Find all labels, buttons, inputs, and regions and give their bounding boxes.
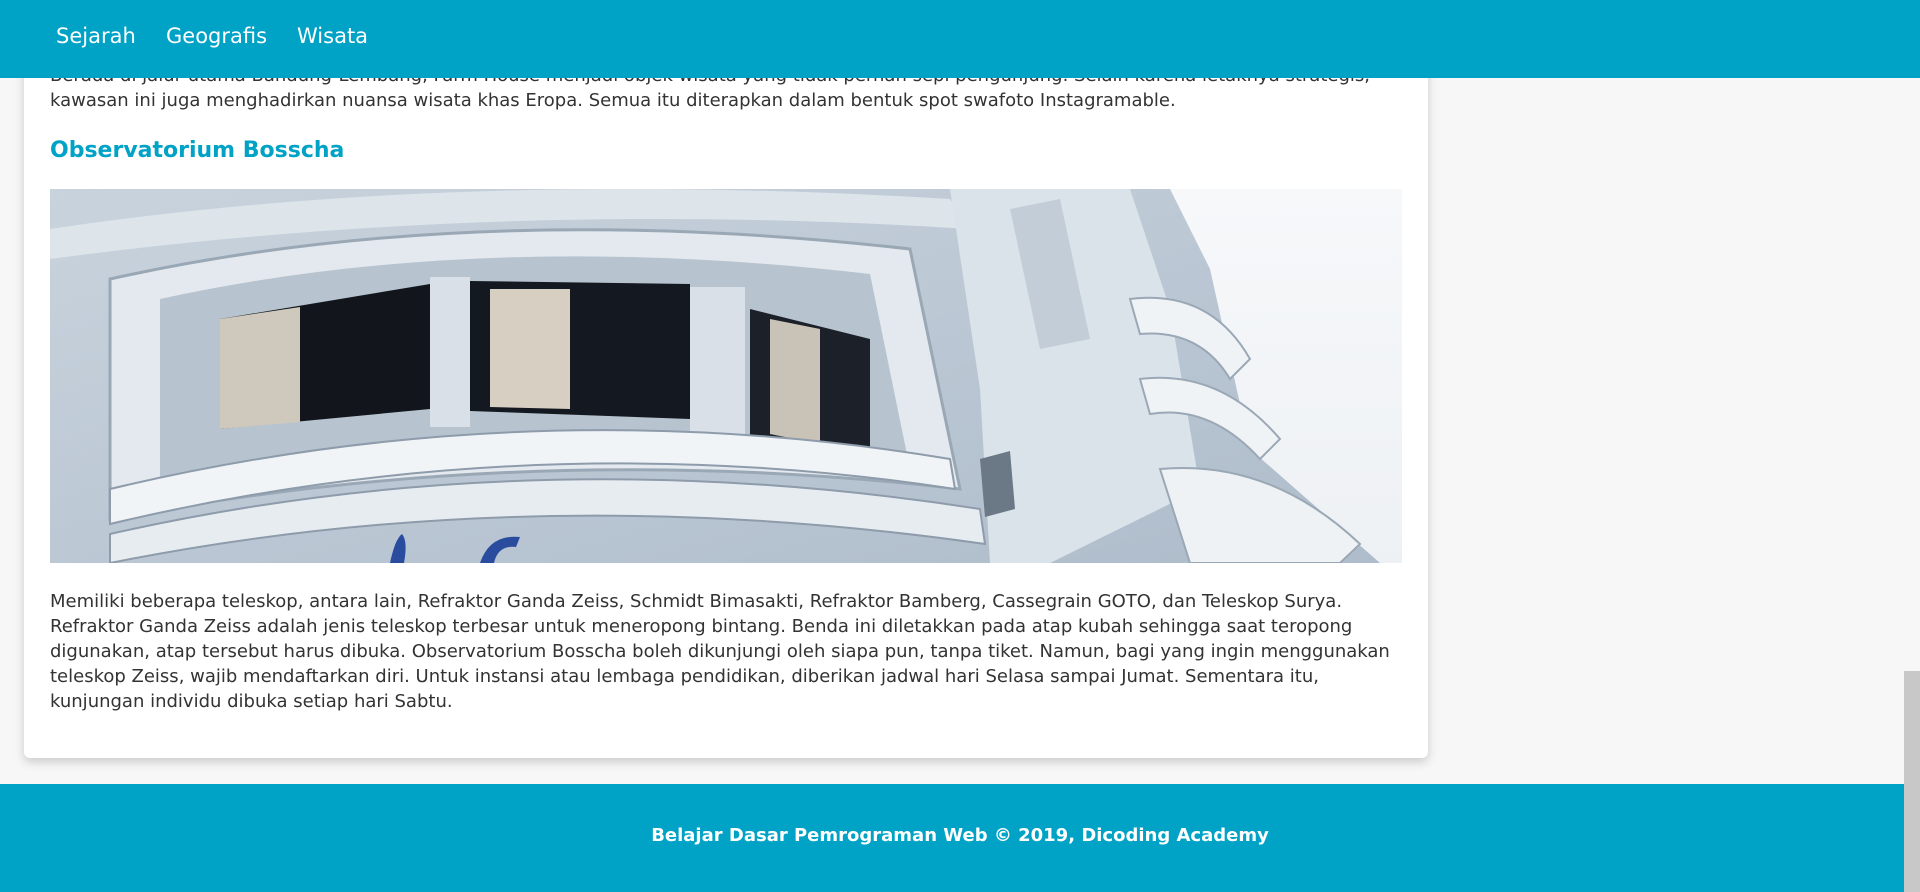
nav-link-wisata[interactable]: Wisata xyxy=(297,21,368,51)
bosscha-description: Memiliki beberapa teleskop, antara lain,… xyxy=(50,591,1390,712)
section-title: Observatorium Bosscha xyxy=(50,138,345,163)
footer-copyright: Belajar Dasar Pemrograman Web © 2019, Di… xyxy=(651,825,1269,846)
top-navbar: Sejarah Geografis Wisata xyxy=(0,0,1920,78)
content-card: Berada di jalur utama Bandung-Lembang, F… xyxy=(24,0,1428,758)
nav-link-geografis[interactable]: Geografis xyxy=(166,21,267,51)
scrollbar-thumb[interactable] xyxy=(1904,671,1920,892)
observatorium-bosscha-photo xyxy=(50,189,1402,563)
scrollbar[interactable] xyxy=(1904,0,1920,892)
nav-link-sejarah[interactable]: Sejarah xyxy=(56,21,136,51)
page-footer: Belajar Dasar Pemrograman Web © 2019, Di… xyxy=(0,784,1920,892)
